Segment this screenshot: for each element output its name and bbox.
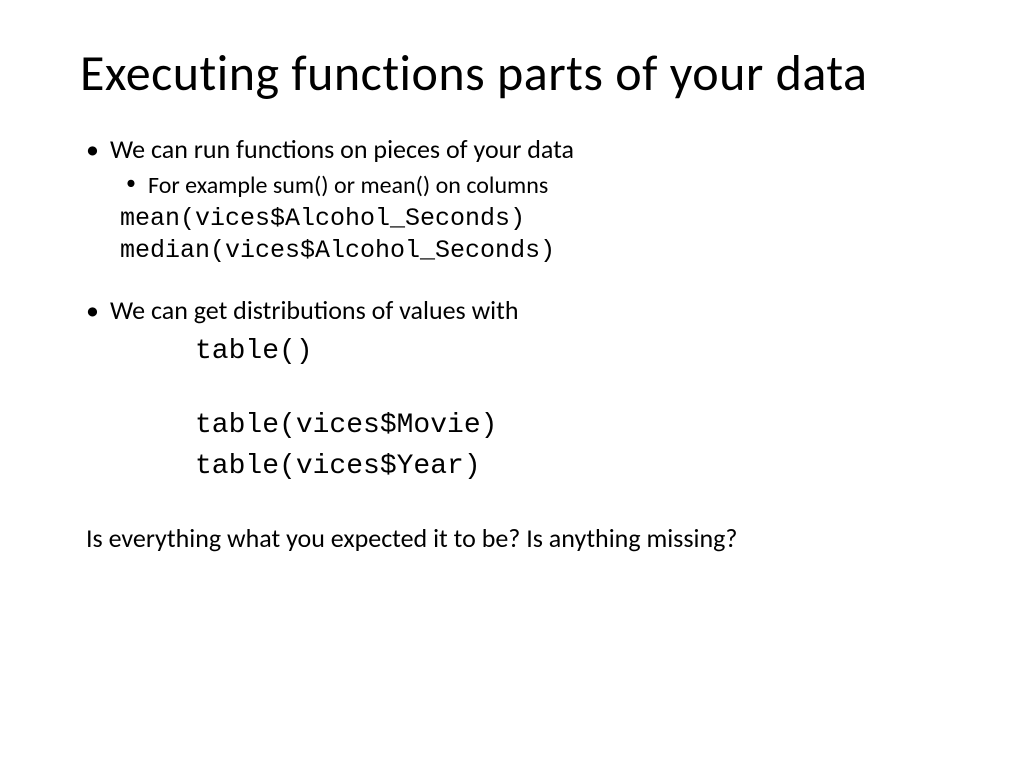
slide-title: Executing functions parts of your data bbox=[80, 45, 944, 103]
code-table-year: table(vices$Year) bbox=[80, 447, 944, 488]
bullet-run-functions: We can run functions on pieces of your d… bbox=[80, 133, 944, 167]
code-table-movie: table(vices$Movie) bbox=[80, 406, 944, 447]
code-mean: mean(vices$Alcohol_Seconds) bbox=[80, 203, 944, 234]
bullet-distributions: We can get distributions of values with bbox=[80, 294, 944, 328]
code-median: median(vices$Alcohol_Seconds) bbox=[80, 235, 944, 266]
code-table-empty: table() bbox=[80, 332, 944, 373]
bullet-sum-mean-example: For example sum() or mean() on columns bbox=[80, 170, 944, 201]
closing-question: Is everything what you expected it to be… bbox=[80, 522, 944, 556]
